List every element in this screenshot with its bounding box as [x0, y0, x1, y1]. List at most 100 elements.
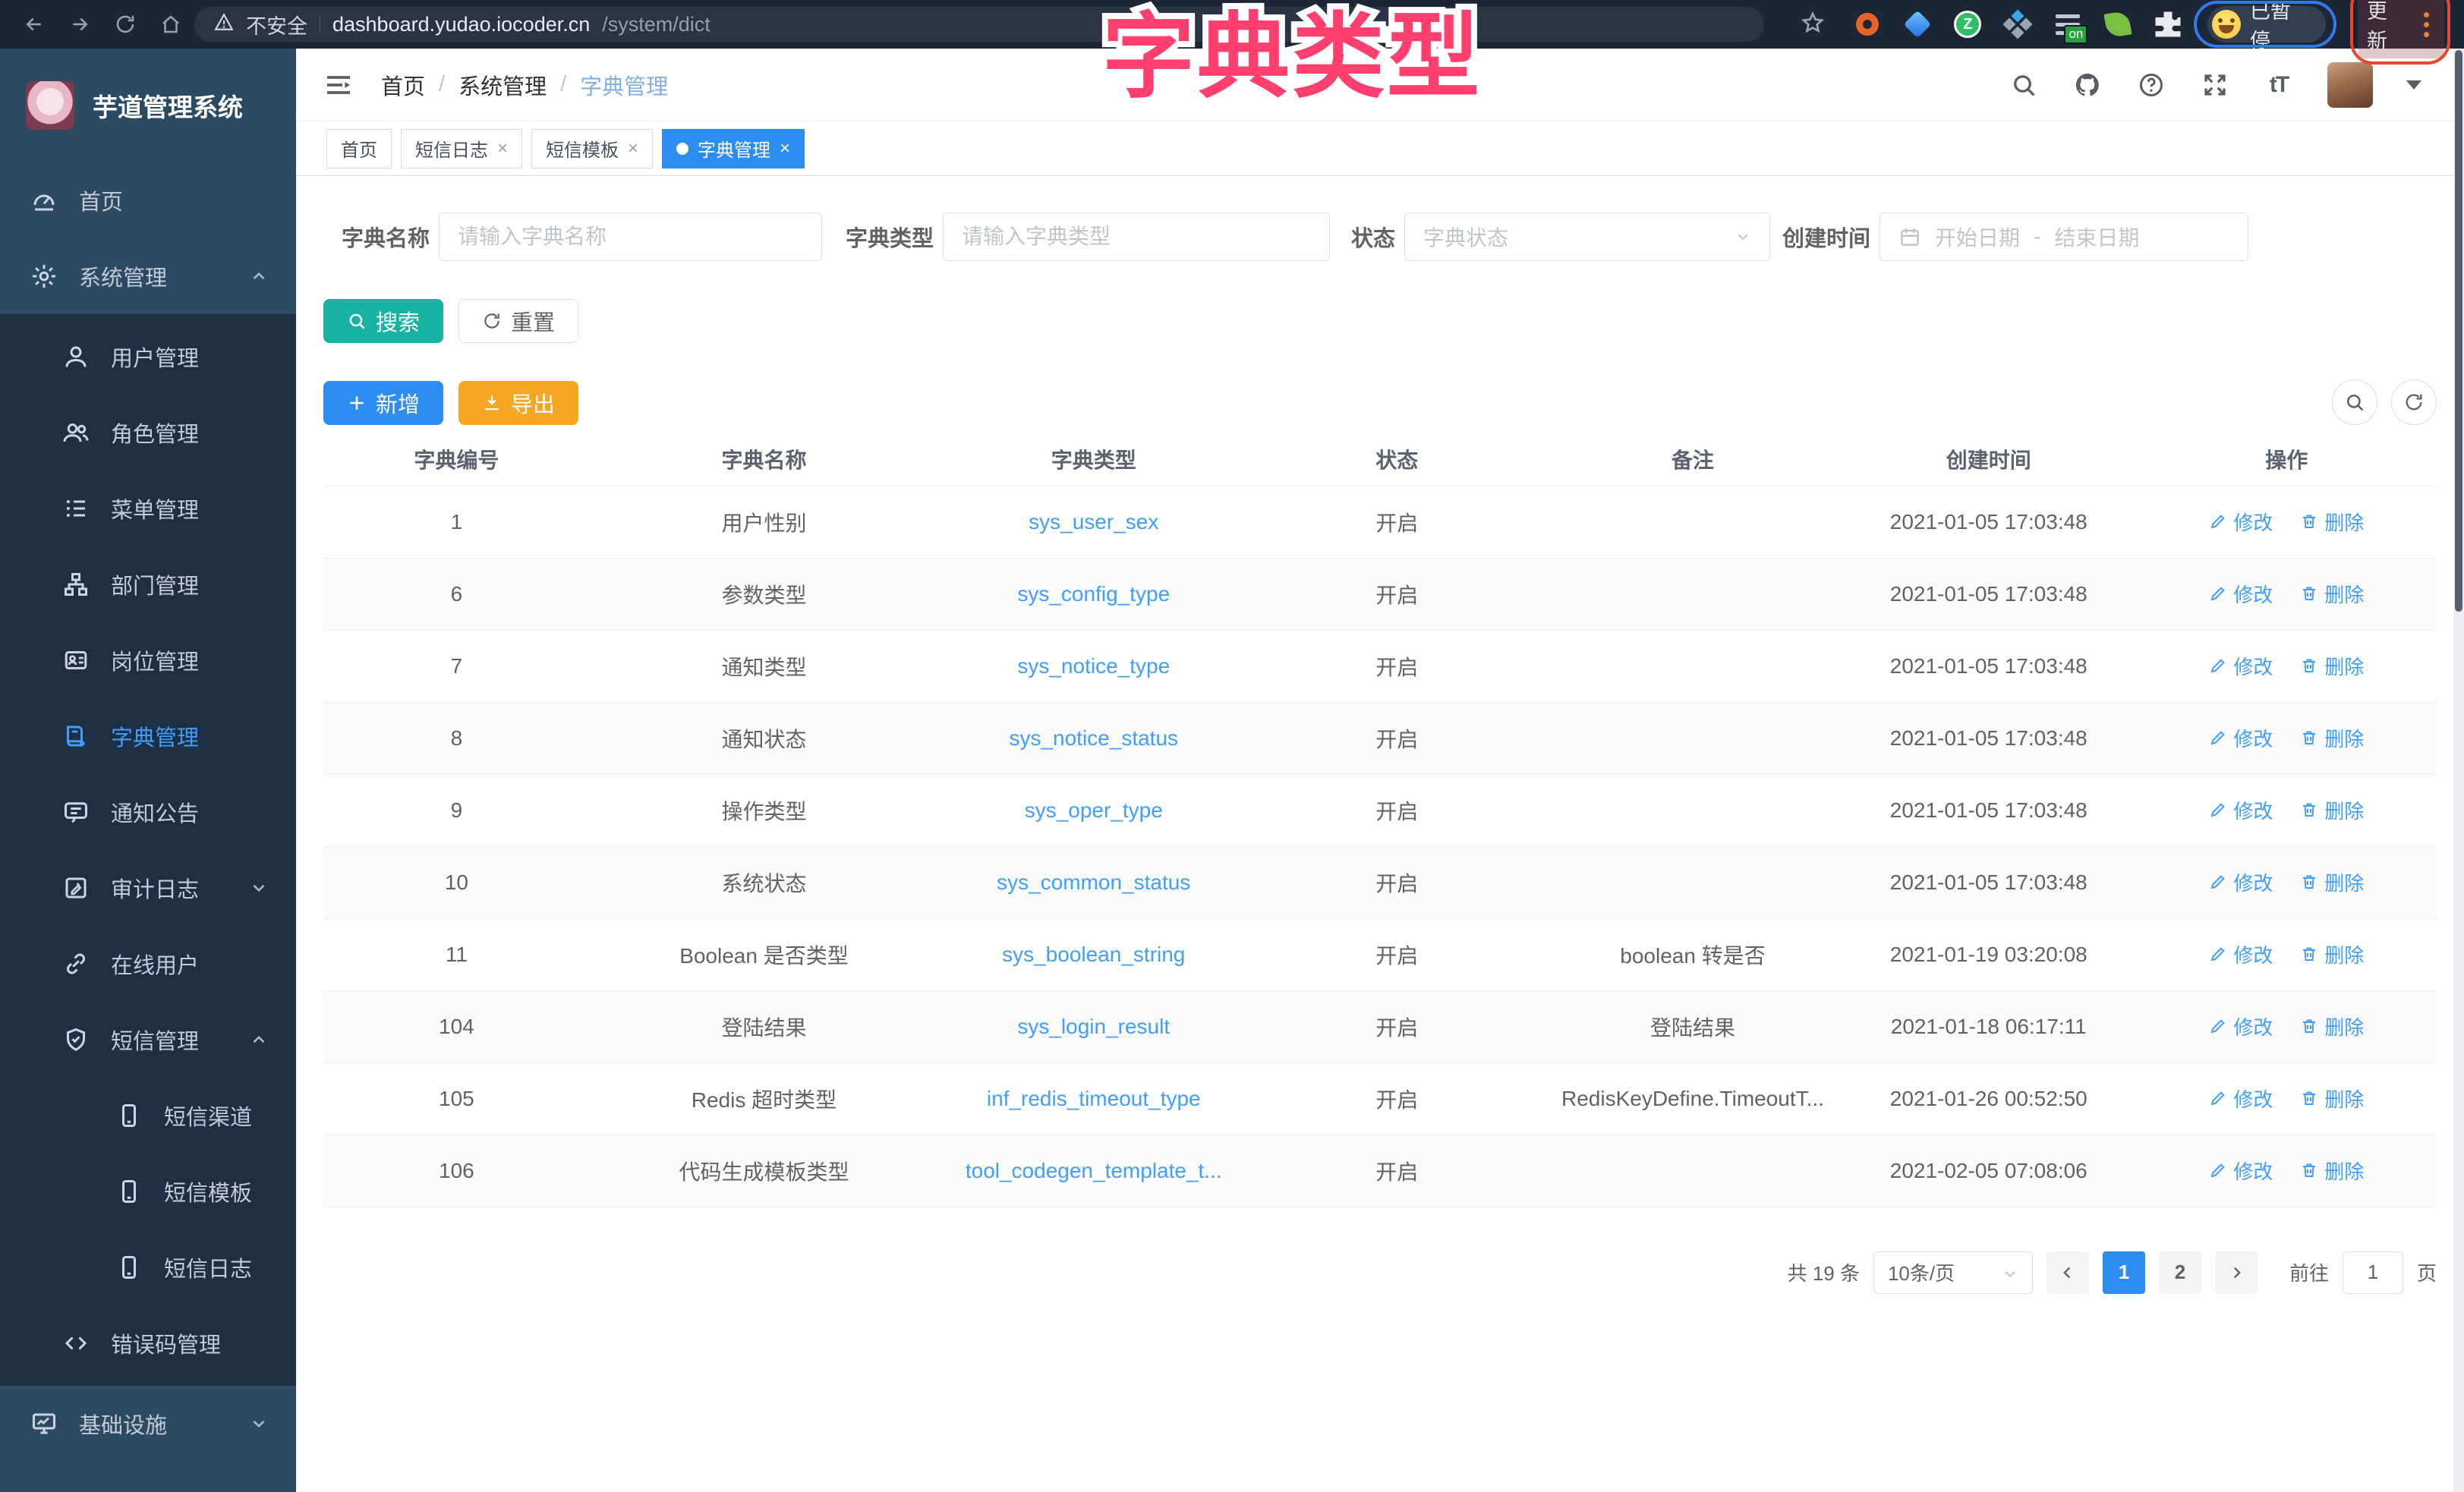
- font-size-icon[interactable]: tT: [2264, 70, 2294, 100]
- tab-sms-template[interactable]: 短信模板 ×: [531, 129, 653, 168]
- dict-type-link[interactable]: sys_user_sex: [938, 486, 1249, 558]
- dict-type-input[interactable]: [962, 225, 1311, 249]
- delete-link[interactable]: 删除: [2300, 940, 2364, 968]
- dict-type-link[interactable]: inf_redis_timeout_type: [938, 1062, 1249, 1135]
- dict-type-link[interactable]: tool_codegen_template_t...: [938, 1135, 1249, 1207]
- edit-link[interactable]: 修改: [2209, 1157, 2273, 1185]
- close-icon[interactable]: ×: [628, 138, 638, 159]
- extension-green-icon[interactable]: Z: [1951, 8, 1984, 41]
- dict-type-link[interactable]: sys_login_result: [938, 990, 1249, 1062]
- sidebar-item-notice[interactable]: 通知公告: [0, 774, 296, 850]
- sidebar-item-sms-log[interactable]: 短信日志: [0, 1229, 296, 1305]
- export-button[interactable]: 导出: [458, 381, 578, 425]
- sidebar-item-home[interactable]: 首页: [0, 162, 296, 238]
- dict-type-link[interactable]: sys_boolean_string: [938, 918, 1249, 990]
- extension-leaf-icon[interactable]: [2101, 8, 2135, 41]
- delete-link[interactable]: 删除: [2300, 868, 2364, 896]
- dict-type-link[interactable]: sys_notice_status: [938, 702, 1249, 774]
- github-icon[interactable]: [2072, 70, 2103, 100]
- delete-link[interactable]: 删除: [2300, 1157, 2364, 1185]
- sidebar-item-menus[interactable]: 菜单管理: [0, 471, 296, 546]
- delete-link[interactable]: 删除: [2300, 724, 2364, 752]
- sidebar-item-online-users[interactable]: 在线用户: [0, 926, 296, 1002]
- page-scrollbar[interactable]: [2453, 49, 2464, 1492]
- fullscreen-icon[interactable]: [2200, 70, 2230, 100]
- status-select[interactable]: 字典状态: [1404, 212, 1770, 261]
- edit-link[interactable]: 修改: [2209, 796, 2273, 824]
- browser-back-icon[interactable]: [20, 10, 49, 39]
- scrollbar-thumb[interactable]: [2455, 50, 2462, 612]
- prev-page-button[interactable]: [2047, 1251, 2089, 1294]
- address-bar[interactable]: 不安全 dashboard.yudao.iocoder.cn /system/d…: [194, 7, 1764, 42]
- cell-remark: [1545, 1135, 1841, 1207]
- dict-type-link[interactable]: sys_config_type: [938, 558, 1249, 630]
- sidebar-item-error-codes[interactable]: 错误码管理: [0, 1305, 296, 1381]
- user-avatar[interactable]: [2327, 62, 2373, 108]
- dict-type-link[interactable]: sys_common_status: [938, 846, 1249, 918]
- page-size-select[interactable]: 10条/页: [1873, 1251, 2033, 1294]
- page-1-button[interactable]: 1: [2103, 1251, 2145, 1294]
- edit-link[interactable]: 修改: [2209, 652, 2273, 680]
- search-icon[interactable]: [2009, 70, 2039, 100]
- edit-link[interactable]: 修改: [2209, 580, 2273, 608]
- search-button[interactable]: 搜索: [323, 299, 443, 343]
- date-range-picker[interactable]: 开始日期 - 结束日期: [1880, 212, 2248, 261]
- sidebar-item-roles[interactable]: 角色管理: [0, 395, 296, 471]
- browser-home-icon[interactable]: [156, 10, 185, 39]
- tab-home[interactable]: 首页: [326, 129, 392, 168]
- delete-link[interactable]: 删除: [2300, 508, 2364, 536]
- tab-dict-active[interactable]: 字典管理 ×: [662, 129, 805, 168]
- dict-type-link[interactable]: sys_notice_type: [938, 630, 1249, 702]
- sidebar-item-dict[interactable]: 字典管理: [0, 698, 296, 774]
- close-icon[interactable]: ×: [780, 138, 790, 159]
- delete-link[interactable]: 删除: [2300, 580, 2364, 608]
- breadcrumb-system[interactable]: 系统管理: [458, 69, 547, 101]
- edit-link[interactable]: 修改: [2209, 724, 2273, 752]
- sidebar-item-system[interactable]: 系统管理: [0, 238, 296, 314]
- browser-menu-icon[interactable]: [2418, 11, 2435, 39]
- edit-link[interactable]: 修改: [2209, 940, 2273, 968]
- sidebar-item-departments[interactable]: 部门管理: [0, 546, 296, 622]
- extension-diamond-icon[interactable]: [2001, 8, 2034, 41]
- delete-link[interactable]: 删除: [2300, 796, 2364, 824]
- edit-link[interactable]: 修改: [2209, 508, 2273, 536]
- caret-down-icon[interactable]: [2406, 80, 2421, 90]
- hamburger-icon[interactable]: [323, 70, 354, 100]
- dict-type-link[interactable]: sys_oper_type: [938, 774, 1249, 846]
- next-page-button[interactable]: [2215, 1251, 2258, 1294]
- edit-link[interactable]: 修改: [2209, 1012, 2273, 1040]
- extensions-puzzle-icon[interactable]: [2151, 8, 2185, 41]
- extension-list-icon[interactable]: on: [2051, 8, 2084, 41]
- browser-forward-icon[interactable]: [65, 10, 94, 39]
- sidebar-item-sms-template[interactable]: 短信模板: [0, 1154, 296, 1229]
- page-2-button[interactable]: 2: [2159, 1251, 2201, 1294]
- delete-link[interactable]: 删除: [2300, 1012, 2364, 1040]
- app-logo-row[interactable]: 芋道管理系统: [0, 49, 296, 162]
- user-icon: [62, 343, 90, 370]
- refresh-table-button[interactable]: [2391, 379, 2437, 425]
- sidebar-item-audit-log[interactable]: 审计日志: [0, 850, 296, 926]
- sidebar-item-infrastructure[interactable]: 基础设施: [0, 1386, 296, 1462]
- browser-reload-icon[interactable]: [111, 10, 140, 39]
- sidebar-item-positions[interactable]: 岗位管理: [0, 622, 296, 698]
- edit-link[interactable]: 修改: [2209, 868, 2273, 896]
- extension-gem-icon[interactable]: [1901, 8, 1934, 41]
- extension-paused-chip[interactable]: 已暂停: [2207, 6, 2326, 42]
- edit-link[interactable]: 修改: [2209, 1084, 2273, 1113]
- reset-button[interactable]: 重置: [458, 299, 578, 343]
- add-button[interactable]: 新增: [323, 381, 443, 425]
- dict-name-input[interactable]: [458, 225, 803, 249]
- close-icon[interactable]: ×: [497, 138, 508, 159]
- update-button[interactable]: 更新: [2367, 0, 2407, 54]
- goto-page-input[interactable]: [2343, 1251, 2403, 1294]
- sidebar-item-sms-channel[interactable]: 短信渠道: [0, 1078, 296, 1154]
- toggle-search-button[interactable]: [2332, 379, 2377, 425]
- sidebar-item-users[interactable]: 用户管理: [0, 319, 296, 395]
- bookmark-star-icon[interactable]: [1801, 11, 1825, 39]
- delete-link[interactable]: 删除: [2300, 1084, 2364, 1113]
- breadcrumb-home[interactable]: 首页: [381, 69, 425, 101]
- delete-link[interactable]: 删除: [2300, 652, 2364, 680]
- sidebar-item-sms[interactable]: 短信管理: [0, 1002, 296, 1078]
- tab-sms-log[interactable]: 短信日志 ×: [401, 129, 522, 168]
- extension-orange-icon[interactable]: [1851, 8, 1884, 41]
